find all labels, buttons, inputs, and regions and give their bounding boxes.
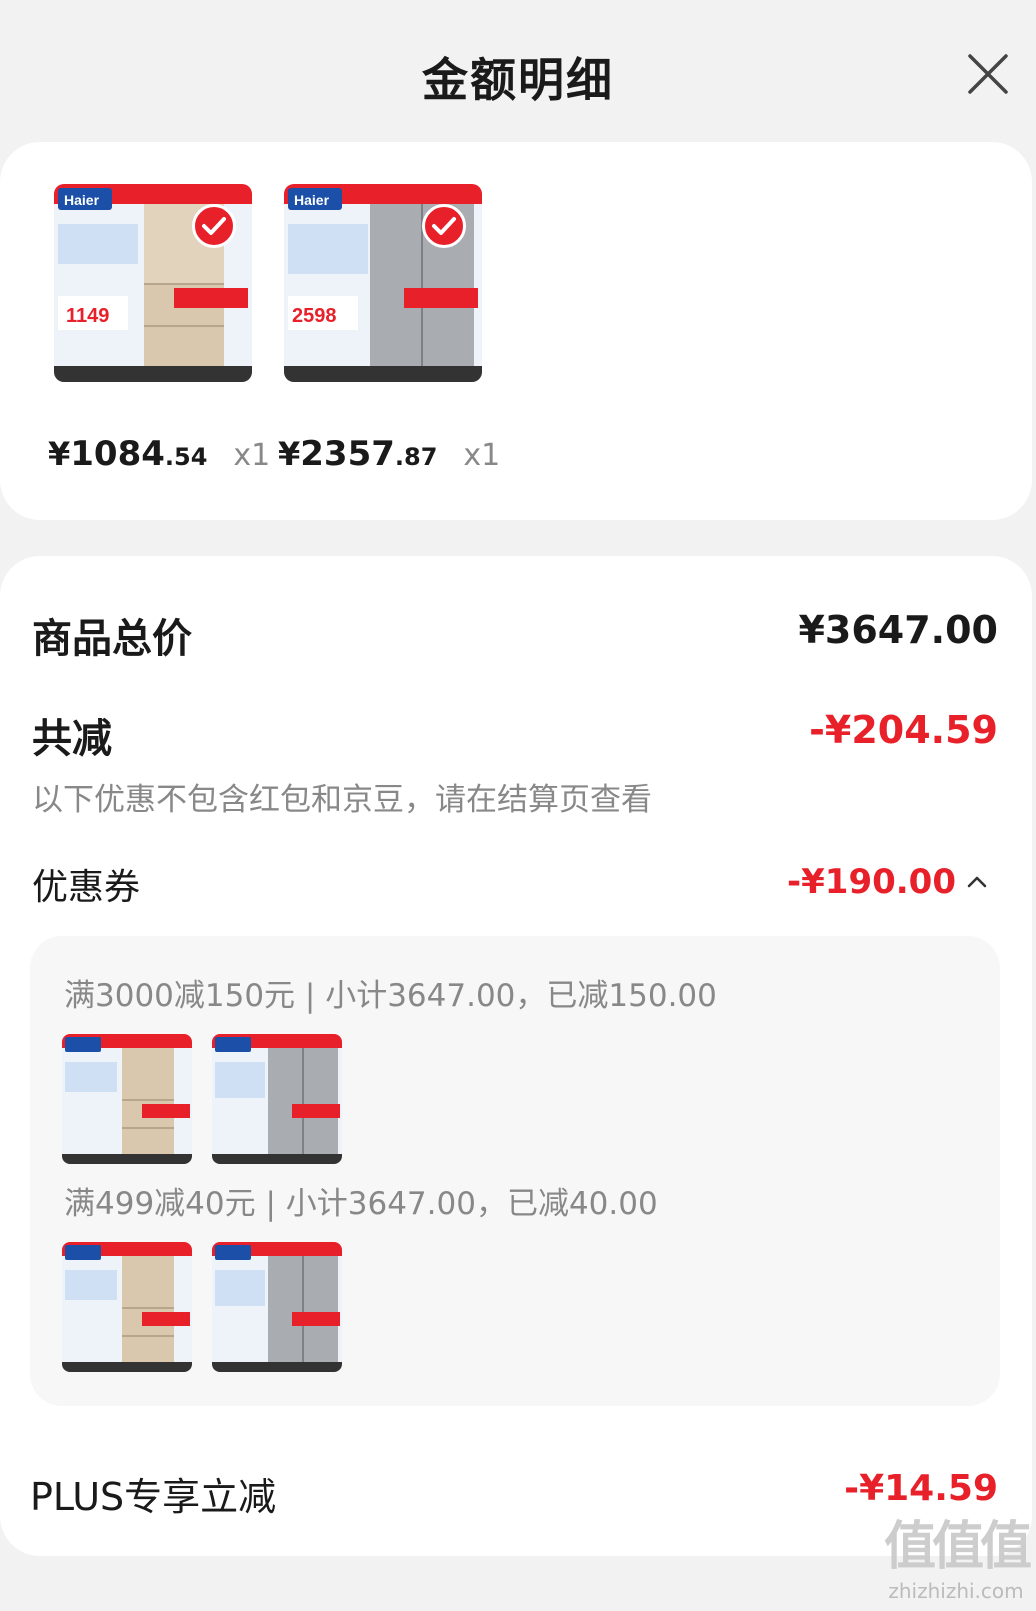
watermark-logo: 值值值 zhizhizhi.com: [883, 1504, 1032, 1603]
price-currency: ¥: [48, 435, 71, 473]
selected-check-icon[interactable]: [192, 204, 236, 248]
watermark-glyphs: 值值值: [883, 1517, 1032, 1577]
product-quantity: x1: [463, 438, 501, 473]
product-price: ¥ 1084 .54 x1: [48, 434, 270, 474]
coupon-value: -¥190.00: [787, 862, 956, 902]
header-bar: 金额明细: [0, 0, 1036, 140]
coupon-product-image-gold[interactable]: [62, 1242, 192, 1372]
product-card: Haier 1149 ¥ 1084 .54 x1 Haier 2598 ¥ 23…: [0, 142, 1032, 520]
plus-discount-value: -¥14.59: [844, 1468, 998, 1509]
total-price-value: ¥3647.00: [798, 608, 998, 652]
coupon-toggle[interactable]: -¥190.00: [787, 862, 988, 902]
promo-price-label: 1149: [66, 305, 109, 327]
svg-text:Haier: Haier: [294, 192, 330, 208]
coupon-rule-2: 满499减40元 | 小计3647.00，已减40.00: [64, 1186, 658, 1222]
svg-text:Haier: Haier: [64, 192, 100, 208]
coupon-product-image-silver[interactable]: [212, 1034, 342, 1164]
selected-check-icon[interactable]: [422, 204, 466, 248]
product-item[interactable]: Haier 1149 ¥ 1084 .54 x1: [48, 184, 270, 474]
product-image-fridge-gold[interactable]: Haier 1149: [54, 184, 252, 382]
plus-discount-label: PLUS专享立减: [30, 1475, 277, 1519]
watermark-url: zhizhizhi.com: [888, 1579, 1024, 1603]
total-discount-label: 共减: [32, 716, 112, 762]
coupon-label[interactable]: 优惠券: [32, 858, 140, 910]
coupon-product-image-silver[interactable]: [212, 1242, 342, 1372]
product-item[interactable]: Haier 2598 ¥ 2357 .87 x1: [278, 184, 500, 474]
close-icon[interactable]: [964, 50, 1012, 98]
coupon-rule-1: 满3000减150元 | 小计3647.00，已减150.00: [64, 978, 717, 1014]
product-price: ¥ 2357 .87 x1: [278, 434, 500, 474]
total-price-label: 商品总价: [32, 616, 192, 662]
price-integer: 1084: [70, 434, 165, 474]
product-image-fridge-silver[interactable]: Haier 2598: [284, 184, 482, 382]
page-title: 金额明细: [422, 53, 614, 107]
price-currency: ¥: [278, 435, 301, 473]
coupon-detail-panel: 满3000减150元 | 小计3647.00，已减150.00 满499减40元…: [30, 936, 1000, 1406]
price-decimal: .54: [164, 443, 208, 471]
discount-note: 以下优惠不包含红包和京豆，请在结算页查看: [32, 782, 652, 818]
total-discount-value: -¥204.59: [809, 708, 998, 752]
chevron-up-icon[interactable]: [966, 871, 988, 893]
price-decimal: .87: [394, 443, 438, 471]
summary-card: 商品总价 ¥3647.00 共减 -¥204.59 以下优惠不包含红包和京豆，请…: [0, 556, 1032, 1556]
price-integer: 2357: [300, 434, 395, 474]
coupon-product-image-gold[interactable]: [62, 1034, 192, 1164]
promo-price-label: 2598: [292, 305, 337, 327]
product-quantity: x1: [233, 438, 271, 473]
